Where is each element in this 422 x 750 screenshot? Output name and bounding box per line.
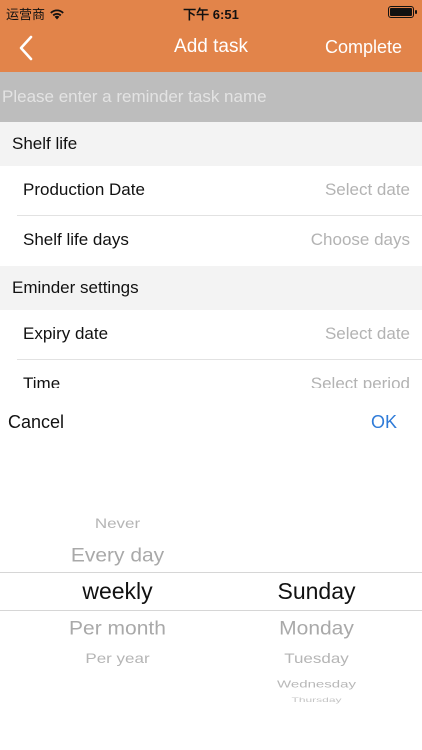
period-option-selected[interactable]: weekly [0,578,211,605]
day-option-selected[interactable]: Sunday [211,578,422,605]
period-option[interactable]: Per year [0,651,211,667]
battery-icon [388,6,417,18]
day-option[interactable]: Tuesday [211,651,422,667]
period-option[interactable]: Never [0,516,211,532]
row-expiry-date[interactable]: Expiry date Select date [0,310,422,360]
expiry-date-label: Expiry date [23,324,109,343]
production-date-value: Select date [324,180,410,199]
expiry-date-value: Select date [324,324,410,343]
section-header-reminder-settings: Eminder settings [0,266,422,310]
day-option[interactable]: Wednesday [211,679,422,691]
shelf-life-days-value: Choose days [310,230,410,249]
complete-button[interactable]: Complete [325,37,402,58]
day-option[interactable]: Monday [211,618,422,640]
row-shelf-life-days[interactable]: Shelf life days Choose days [0,216,422,266]
row-production-date[interactable]: Production Date Select date [0,166,422,216]
status-time: 下午 6:51 [183,7,239,22]
task-name-input[interactable] [0,72,422,122]
nav-bar: Add task Complete [0,24,422,72]
shelf-life-days-label: Shelf life days [23,230,129,249]
period-option[interactable]: Per month [0,618,211,640]
status-bar: 运营商 下午 6:51 [0,0,422,24]
period-wheel[interactable]: Never Every day weekly Per month Per yea… [0,388,211,750]
day-wheel[interactable]: Sunday Monday Tuesday Wednesday Thursday [211,388,422,750]
day-option[interactable]: Thursday [211,697,422,704]
production-date-label: Production Date [23,180,145,199]
period-picker-sheet: Cancel OK Never Every day weekly Per mon… [0,388,422,750]
period-option[interactable]: Every day [0,545,211,567]
section-header-shelf-life: Shelf life [0,122,422,166]
